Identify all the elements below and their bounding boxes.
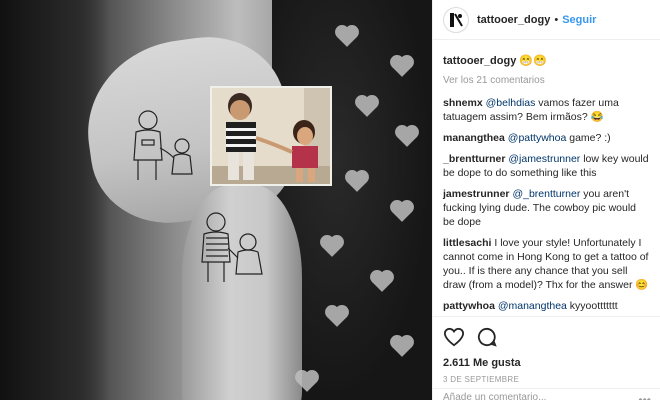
post-date: 3 DE SEPTIEMBRE [443,375,520,384]
inset-childhood-photo [210,86,332,186]
follow-button[interactable]: Seguir [562,14,596,26]
comment-list: shnemx @belhdias vamos fazer uma tatuage… [443,96,650,312]
likes-count[interactable]: 2.611 Me gusta [443,357,651,369]
comment-username[interactable]: shnemx [443,97,483,109]
comment-item: manangthea @pattywhoa game? :) [443,131,650,145]
comment-item: littlesachi I love your style! Unfortuna… [443,236,650,292]
more-options-icon[interactable]: ••• [638,393,651,400]
caption-text: 😁😁 [519,55,547,67]
add-comment-placeholder: Añade un comentario... [443,392,547,400]
comment-username[interactable]: manangthea [443,132,505,144]
comment-item: shnemx @belhdias vamos fazer uma tatuage… [443,96,650,124]
comment-username[interactable]: jamestrunner [443,188,510,200]
instagram-post: tattooer_dogy • Seguir tattooer_dogy 😁😁 … [0,0,660,400]
comment-mention[interactable]: @manangthea [498,300,567,312]
profile-logo-icon[interactable] [443,6,469,33]
view-all-comments-link[interactable]: Ver los 21 comentarios [443,75,650,86]
action-icons [443,325,651,349]
comment-mention[interactable]: @pattywhoa [508,132,567,144]
comment-item: jamestrunner @_brentturner you aren't fu… [443,187,650,229]
post-photo[interactable] [0,0,432,400]
lower-tattoo-drawing [201,212,263,282]
add-comment-field[interactable]: Añade un comentario... ••• [433,388,660,400]
post-header: tattooer_dogy • Seguir [433,0,660,40]
heart-outline-icon[interactable] [443,327,465,347]
comment-mention[interactable]: @_brentturner [512,188,580,200]
comment-item: _brentturner @jamestrunner low key would… [443,152,650,180]
caption-username[interactable]: tattooer_dogy [443,55,516,67]
comment-username[interactable]: pattywhoa [443,300,495,312]
comment-text: game? :) [566,132,611,144]
comment-bubble-icon[interactable] [477,327,497,347]
comment-text: kyyoottttttt [566,300,618,312]
comment-username[interactable]: littlesachi [443,237,491,249]
comment-username[interactable]: _brentturner [443,153,505,165]
post-actions: 2.611 Me gusta 3 DE SEPTIEMBRE [433,316,660,384]
header-username[interactable]: tattooer_dogy [477,14,550,26]
photo-shadow [0,0,110,400]
post-sidebar: tattooer_dogy • Seguir tattooer_dogy 😁😁 … [432,0,660,400]
comment-item: pattywhoa @manangthea kyyoottttttt [443,299,650,312]
upper-tattoo-drawing [133,110,193,180]
comment-mention[interactable]: @belhdias [486,97,536,109]
header-separator: • [554,13,559,26]
caption: tattooer_dogy 😁😁 [443,54,650,69]
comments-section: tattooer_dogy 😁😁 Ver los 21 comentarios … [433,40,660,312]
comment-mention[interactable]: @jamestrunner [508,153,580,165]
